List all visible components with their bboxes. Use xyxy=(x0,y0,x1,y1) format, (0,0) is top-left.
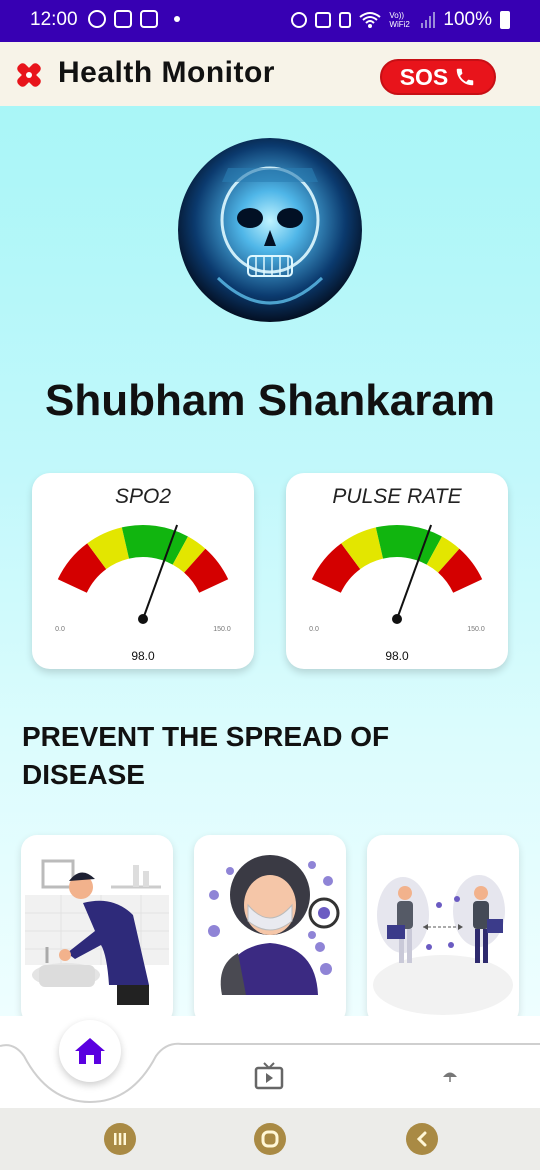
tv-play-icon xyxy=(254,1062,284,1090)
social-distance-card[interactable] xyxy=(367,835,519,1016)
skull-avatar[interactable] xyxy=(178,138,362,322)
umbrella-nav-button[interactable] xyxy=(442,1068,458,1084)
whatsapp-icon xyxy=(88,10,106,28)
user-name: Shubham Shankaram xyxy=(45,376,495,425)
gauge-hub xyxy=(138,614,148,624)
sos-button[interactable]: SOS xyxy=(380,59,496,95)
gallery-icon xyxy=(140,10,158,28)
wash-hands-illustration xyxy=(25,859,169,1005)
status-time: 12:00 xyxy=(30,9,78,30)
back-button[interactable] xyxy=(406,1123,438,1155)
pulse-gauge: 0.0 150.0 xyxy=(309,524,485,633)
section-title: PREVENT THE SPREAD OF DISEASE xyxy=(22,721,390,790)
mute-icon xyxy=(315,12,332,28)
signal-icon xyxy=(421,12,436,28)
gauge-title: PULSE RATE xyxy=(332,485,462,508)
umbrella-icon xyxy=(443,1072,457,1082)
gauge-max-label: 150.0 xyxy=(467,626,485,633)
recents-icon xyxy=(114,1133,126,1145)
recents-button[interactable] xyxy=(104,1123,136,1155)
notification-dot-icon xyxy=(174,16,180,22)
wifi-label: Vo)) WiFi2 xyxy=(389,11,410,29)
status-right-icons: Vo)) WiFi2 100% xyxy=(291,9,510,31)
alarm-icon xyxy=(291,12,308,28)
wash-hands-card[interactable] xyxy=(21,835,173,1016)
system-home-button[interactable] xyxy=(254,1123,286,1155)
lock-icon xyxy=(339,12,352,28)
gauge-hub xyxy=(392,614,402,624)
wear-mask-illustration xyxy=(208,855,340,995)
health-cross-icon xyxy=(17,63,41,87)
gauge-title: SPO2 xyxy=(114,485,172,508)
battery-icon xyxy=(500,11,510,29)
home-nav-button[interactable] xyxy=(59,1020,121,1082)
main-content[interactable]: Shubham Shankaram SPO2 0.0 150.0 98.0 PUL… xyxy=(0,106,540,1016)
spo2-gauge: 0.0 150.0 xyxy=(55,524,231,633)
gauge-max-label: 150.0 xyxy=(213,626,231,633)
status-left-icons xyxy=(88,10,180,28)
spo2-gauge-card[interactable]: SPO2 0.0 150.0 98.0 xyxy=(32,473,254,669)
app-header: Health Monitor SOS xyxy=(0,42,540,106)
battery-percent: 100% xyxy=(443,9,492,30)
gauge-min-label: 0.0 xyxy=(309,626,319,633)
home-icon xyxy=(75,1038,105,1064)
gauge-value: 98.0 xyxy=(131,649,155,663)
sos-label: SOS xyxy=(399,63,449,90)
gauge-value: 98.0 xyxy=(385,649,409,663)
voicemail-icon xyxy=(114,10,132,28)
status-bar: 12:00 Vo)) WiFi2 100% xyxy=(0,0,540,42)
pulse-gauge-card[interactable]: PULSE RATE 0.0 150.0 98.0 xyxy=(286,473,508,669)
system-nav-bar xyxy=(0,1108,540,1170)
home-circle-icon xyxy=(261,1130,279,1148)
back-icon xyxy=(416,1131,427,1147)
gauge-min-label: 0.0 xyxy=(55,626,65,633)
skull-icon xyxy=(216,166,324,305)
tv-nav-button[interactable] xyxy=(254,1062,284,1090)
app-title: Health Monitor xyxy=(58,56,275,89)
social-distance-illustration xyxy=(373,875,513,1015)
wear-mask-card[interactable] xyxy=(194,835,346,1016)
phone-icon xyxy=(457,68,474,86)
wifi-icon xyxy=(359,12,382,28)
